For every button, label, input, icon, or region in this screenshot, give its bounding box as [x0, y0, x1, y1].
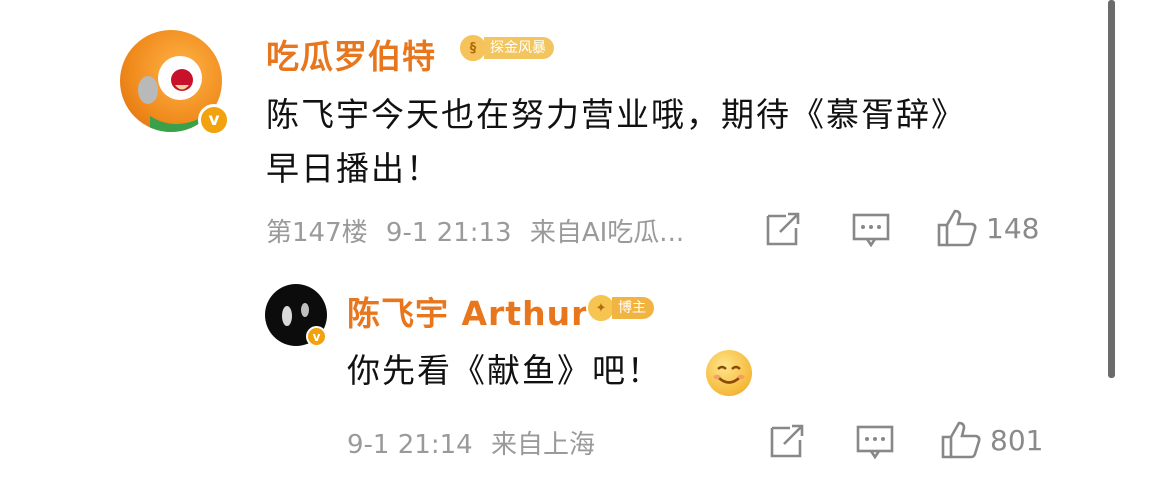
source: 来自上海: [490, 430, 595, 460]
comment-icon: [852, 213, 890, 248]
author-badge[interactable]: ✦ 博主: [586, 293, 654, 323]
like-count: 801: [990, 423, 1044, 457]
username[interactable]: 吃瓜罗伯特: [266, 30, 436, 78]
share-icon: [770, 424, 804, 458]
comment-text-line: 早日播出！: [266, 149, 441, 188]
verified-v-icon: v: [306, 326, 327, 347]
like-button[interactable]: 801: [940, 420, 1043, 460]
scrollbar[interactable]: [1108, 0, 1115, 378]
reply-button[interactable]: [856, 424, 894, 460]
user-tag-badge[interactable]: § 探金风暴: [458, 33, 554, 63]
floor-number: 第147楼: [266, 218, 368, 248]
reply-meta: 9-1 21:14 来自上海: [347, 424, 595, 461]
username[interactable]: 陈飞宇 Arthur: [347, 287, 588, 335]
timestamp: 9-1 21:13: [385, 218, 512, 248]
thumbs-up-icon: [937, 209, 977, 247]
reply-text: 你先看《献鱼》吧！: [347, 351, 662, 390]
share-button[interactable]: [768, 422, 806, 460]
like-button[interactable]: 148: [936, 208, 1039, 248]
share-icon: [766, 212, 800, 246]
share-button[interactable]: [764, 210, 802, 248]
thumbs-up-icon: [941, 421, 981, 459]
source: 来自AI吃瓜...: [529, 218, 685, 248]
reply-button[interactable]: [852, 212, 890, 248]
comment-meta: 第147楼 9-1 21:13 来自AI吃瓜...: [266, 212, 684, 249]
timestamp: 9-1 21:14: [347, 430, 473, 460]
comment-icon: [856, 425, 894, 460]
verified-v-icon: v: [198, 104, 230, 136]
like-count: 148: [986, 211, 1040, 245]
smile-emoji: [706, 350, 752, 396]
